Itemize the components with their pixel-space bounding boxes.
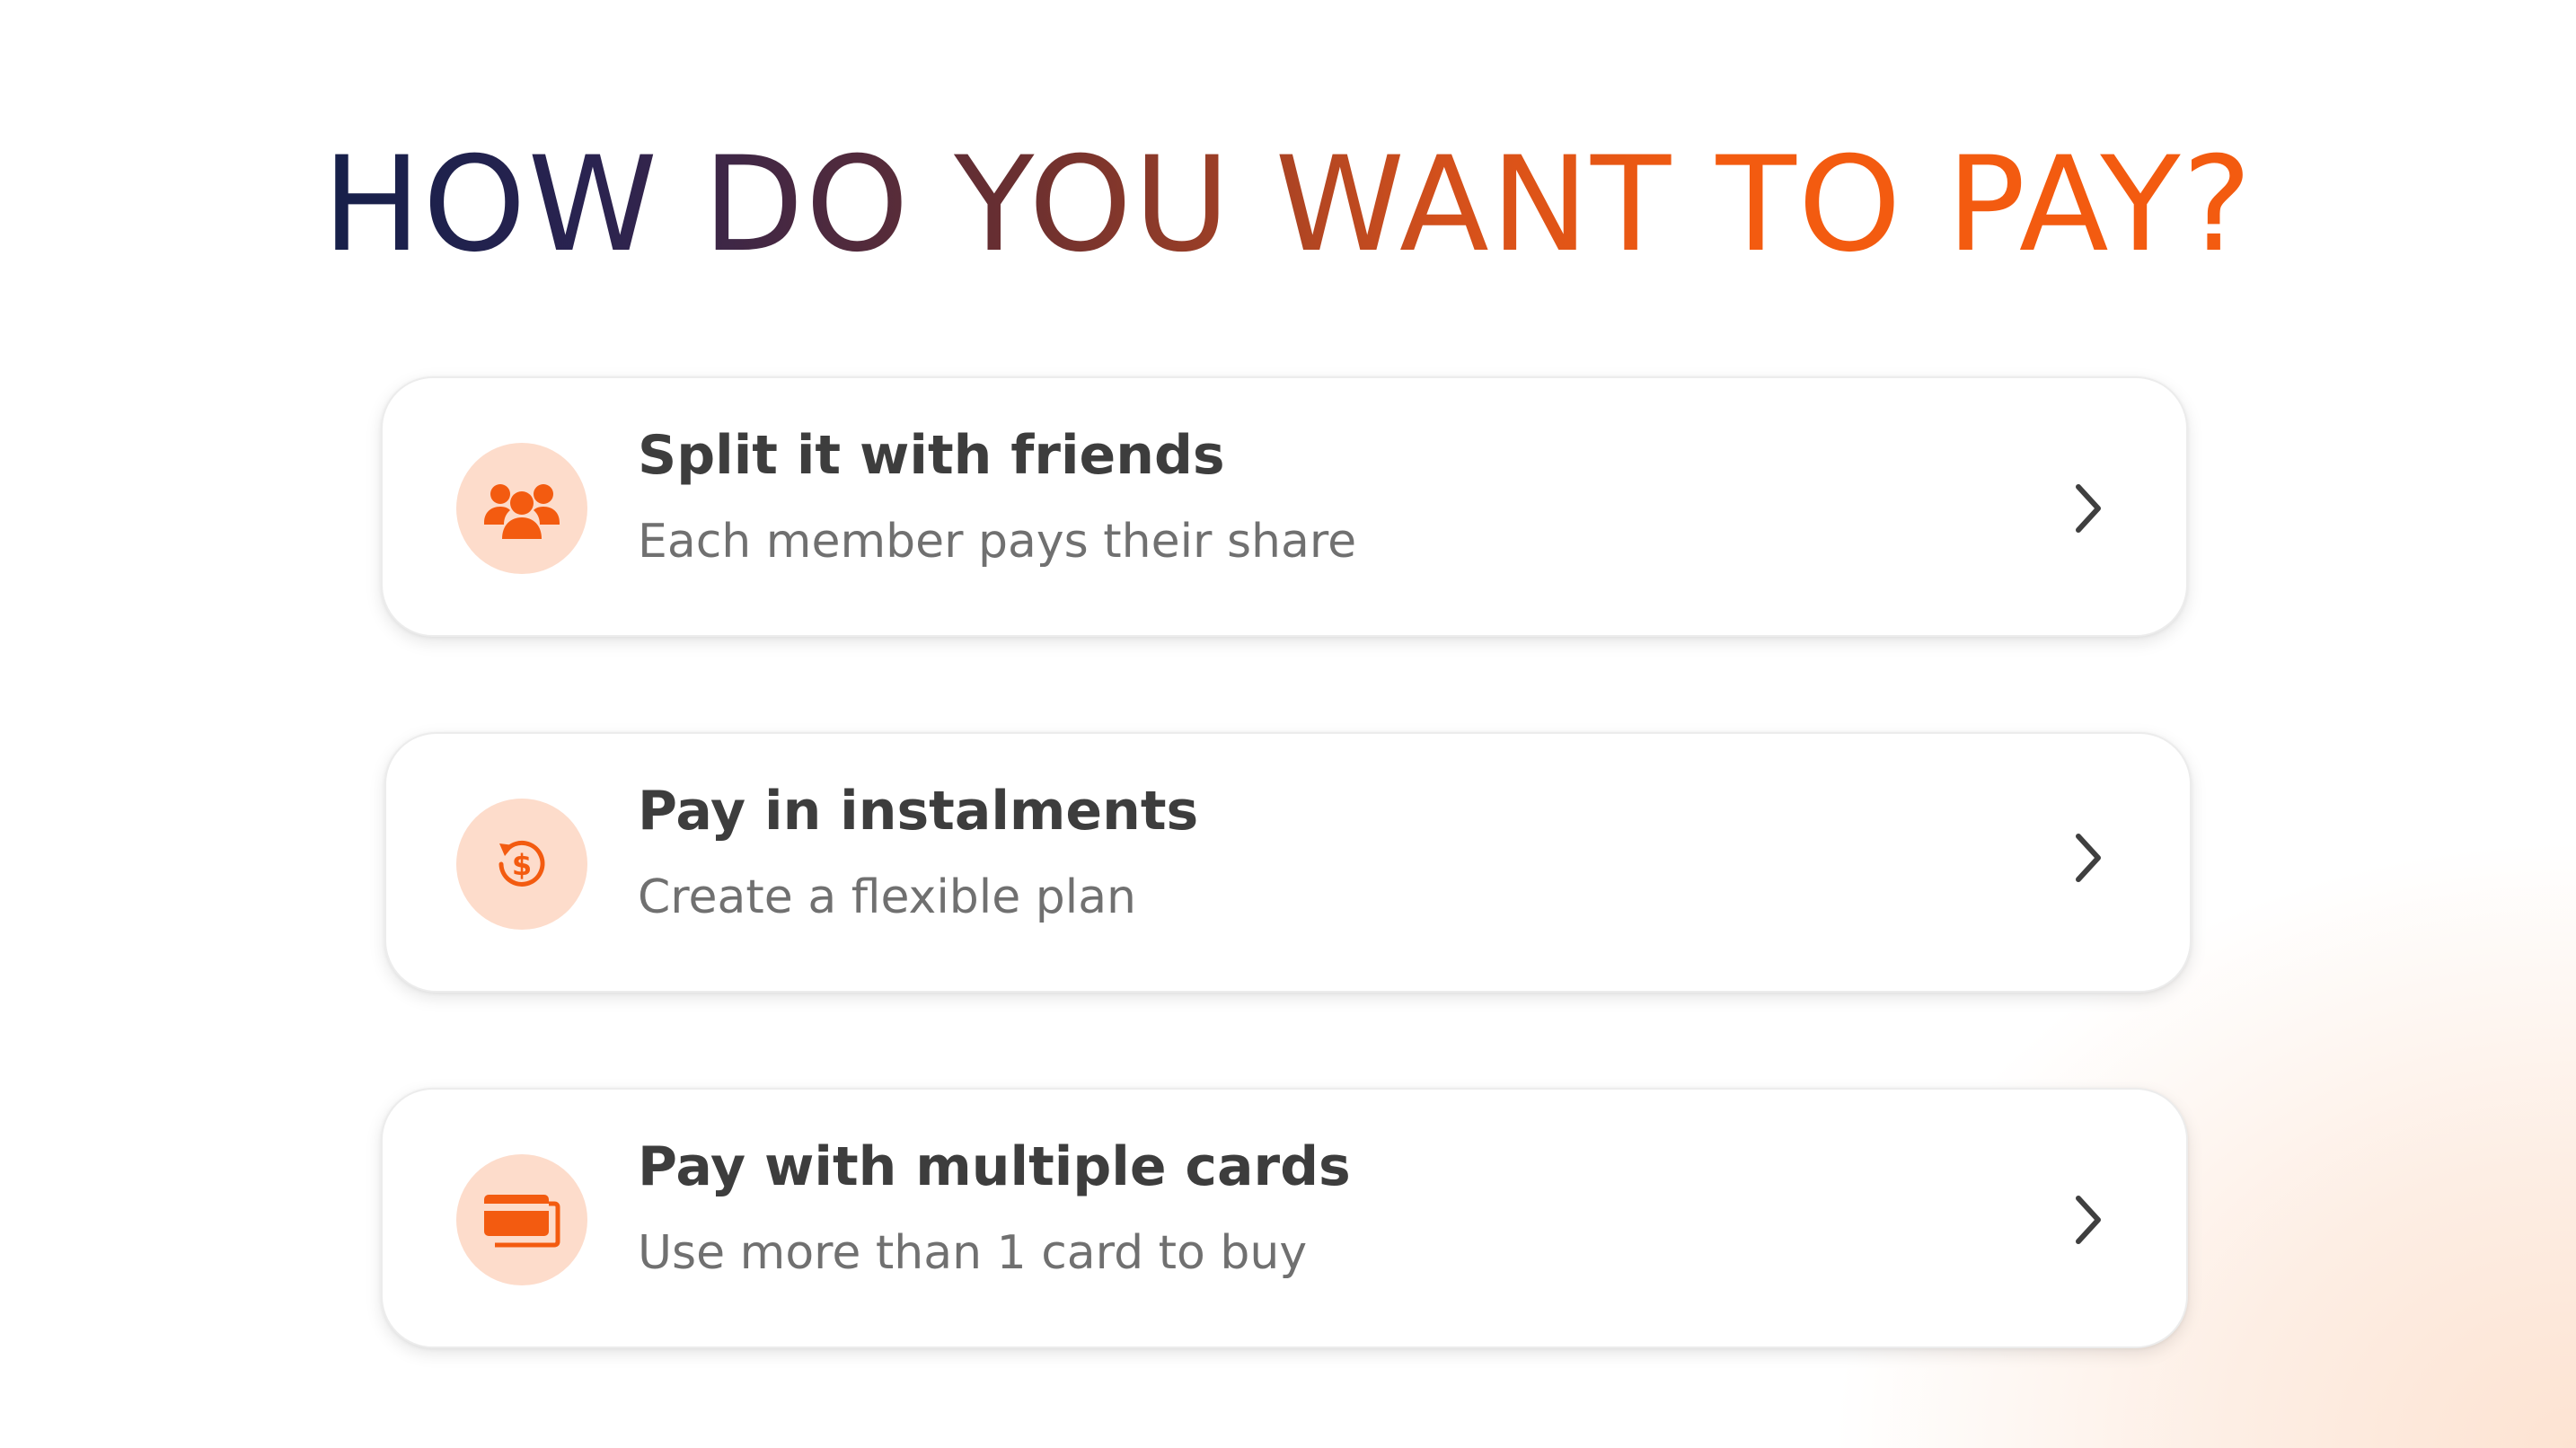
option-title: Split it with friends [638, 424, 1225, 487]
chevron-right-icon [2076, 834, 2101, 882]
group-icon [456, 443, 587, 574]
option-title: Pay in instalments [638, 780, 1199, 843]
page: { "header": { "title": "HOW DO YOU WANT … [0, 0, 2576, 1448]
option-subtitle: Each member pays their share [638, 515, 1357, 569]
chevron-right-icon [2076, 484, 2101, 533]
svg-text:$: $ [512, 848, 532, 882]
chevron-right-icon [2076, 1196, 2101, 1244]
option-split-with-friends[interactable]: Split it with friends Each member pays t… [381, 376, 2188, 637]
option-pay-with-multiple-cards[interactable]: Pay with multiple cards Use more than 1 … [381, 1088, 2188, 1348]
instalment-dollar-icon: $ [456, 799, 587, 930]
credit-cards-icon [456, 1154, 587, 1285]
page-title: HOW DO YOU WANT TO PAY? [322, 128, 2254, 281]
option-pay-in-instalments[interactable]: $ Pay in instalments Create a flexible p… [384, 732, 2192, 993]
option-subtitle: Use more than 1 card to buy [638, 1226, 1308, 1280]
option-title: Pay with multiple cards [638, 1135, 1351, 1198]
option-subtitle: Create a flexible plan [638, 870, 1137, 924]
